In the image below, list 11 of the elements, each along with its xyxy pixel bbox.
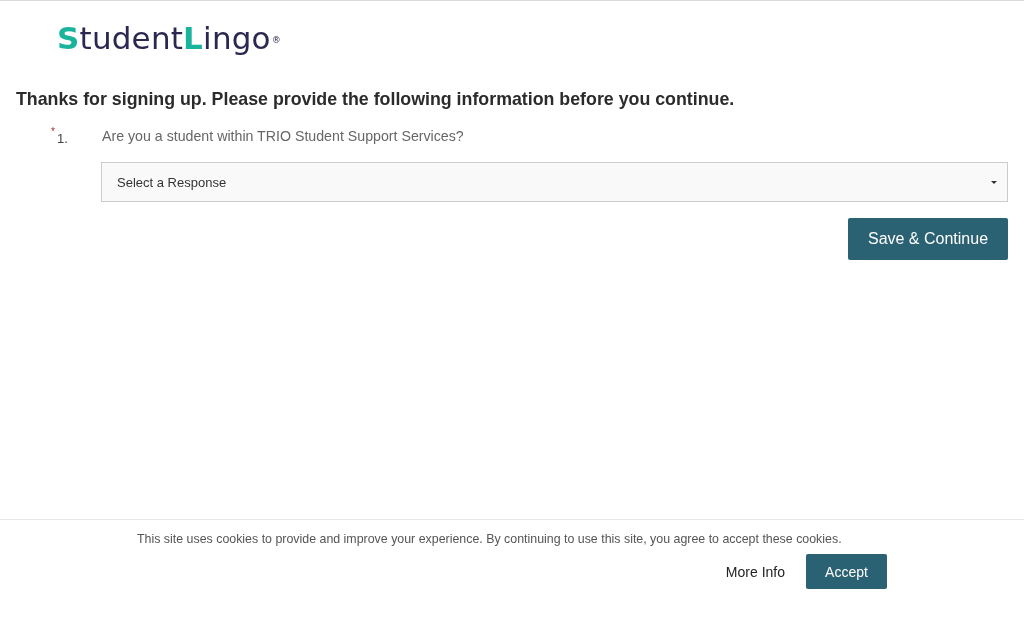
- response-select[interactable]: Select a Response: [101, 162, 1008, 202]
- more-info-link[interactable]: More Info: [725, 563, 785, 580]
- logo-wordmark: StudentLingo$^{®}$: [57, 20, 281, 56]
- page-heading: Thanks for signing up. Please provide the following information before you continue.: [16, 88, 736, 111]
- save-continue-button[interactable]: Save & Continue: [848, 218, 1008, 260]
- required-mark: *: [51, 126, 55, 139]
- accept-button[interactable]: Accept: [806, 554, 887, 589]
- question-text: Are you a student within TRIO Student Support Services?: [102, 127, 464, 146]
- caret-icon: [991, 180, 997, 184]
- cookie-message: This site uses cookies to provide and improve your experience. By continuing to use this site, you agree to accept these cookies.: [137, 531, 843, 548]
- question-number: 1.: [56, 130, 68, 148]
